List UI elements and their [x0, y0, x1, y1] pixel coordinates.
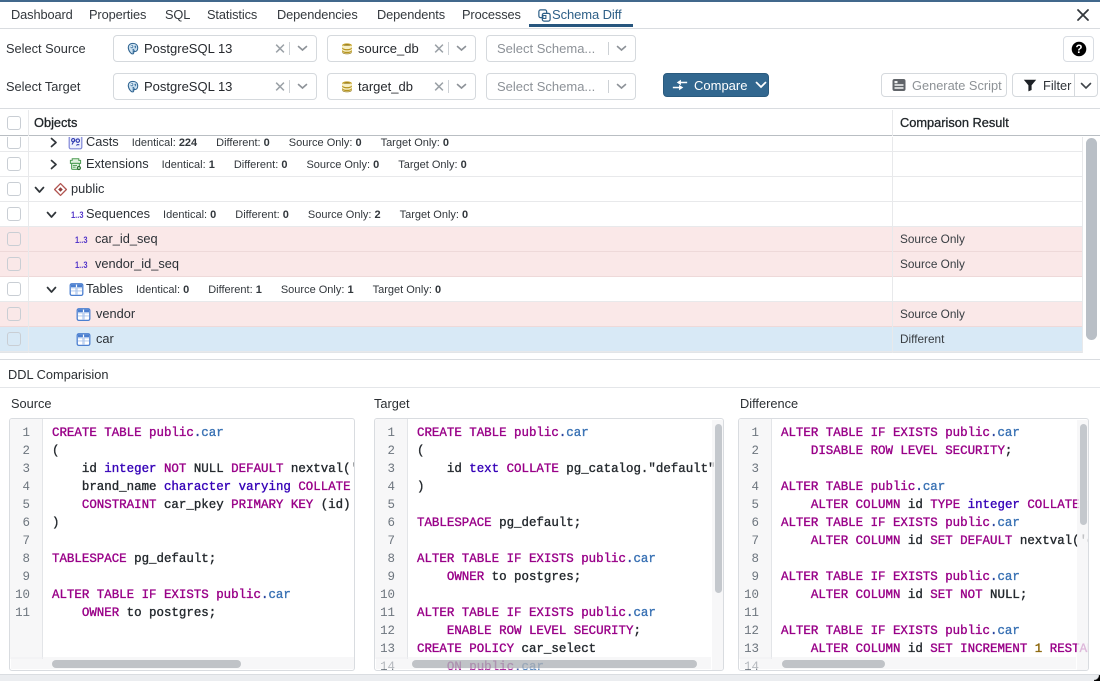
svg-text:1..3: 1..3: [71, 210, 84, 220]
svg-text:1..3: 1..3: [75, 260, 88, 270]
svg-text:1..3: 1..3: [75, 235, 88, 245]
svg-text:?: ?: [1075, 44, 1082, 56]
